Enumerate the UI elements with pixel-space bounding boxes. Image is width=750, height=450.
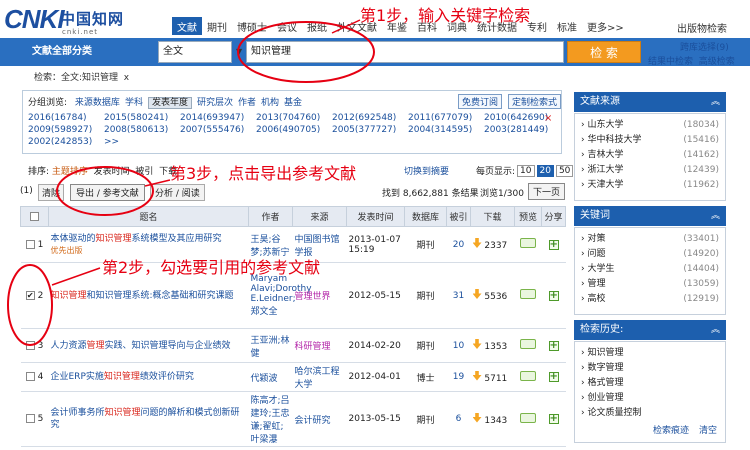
- annotation-circle-export: [56, 166, 154, 216]
- annotation-step3: 第3步，点击导出参考文献: [170, 164, 357, 183]
- annotation-overlay: [7, 19, 375, 346]
- annotation-arrow-2: [51, 267, 101, 286]
- annotation-circle-checkbox: [7, 264, 53, 346]
- annotation-step2: 第2步，勾选要引用的参考文献: [102, 258, 321, 277]
- annotation-circle-search: [237, 21, 375, 83]
- annotation-step1: 第1步，输入关键字检索: [360, 6, 531, 25]
